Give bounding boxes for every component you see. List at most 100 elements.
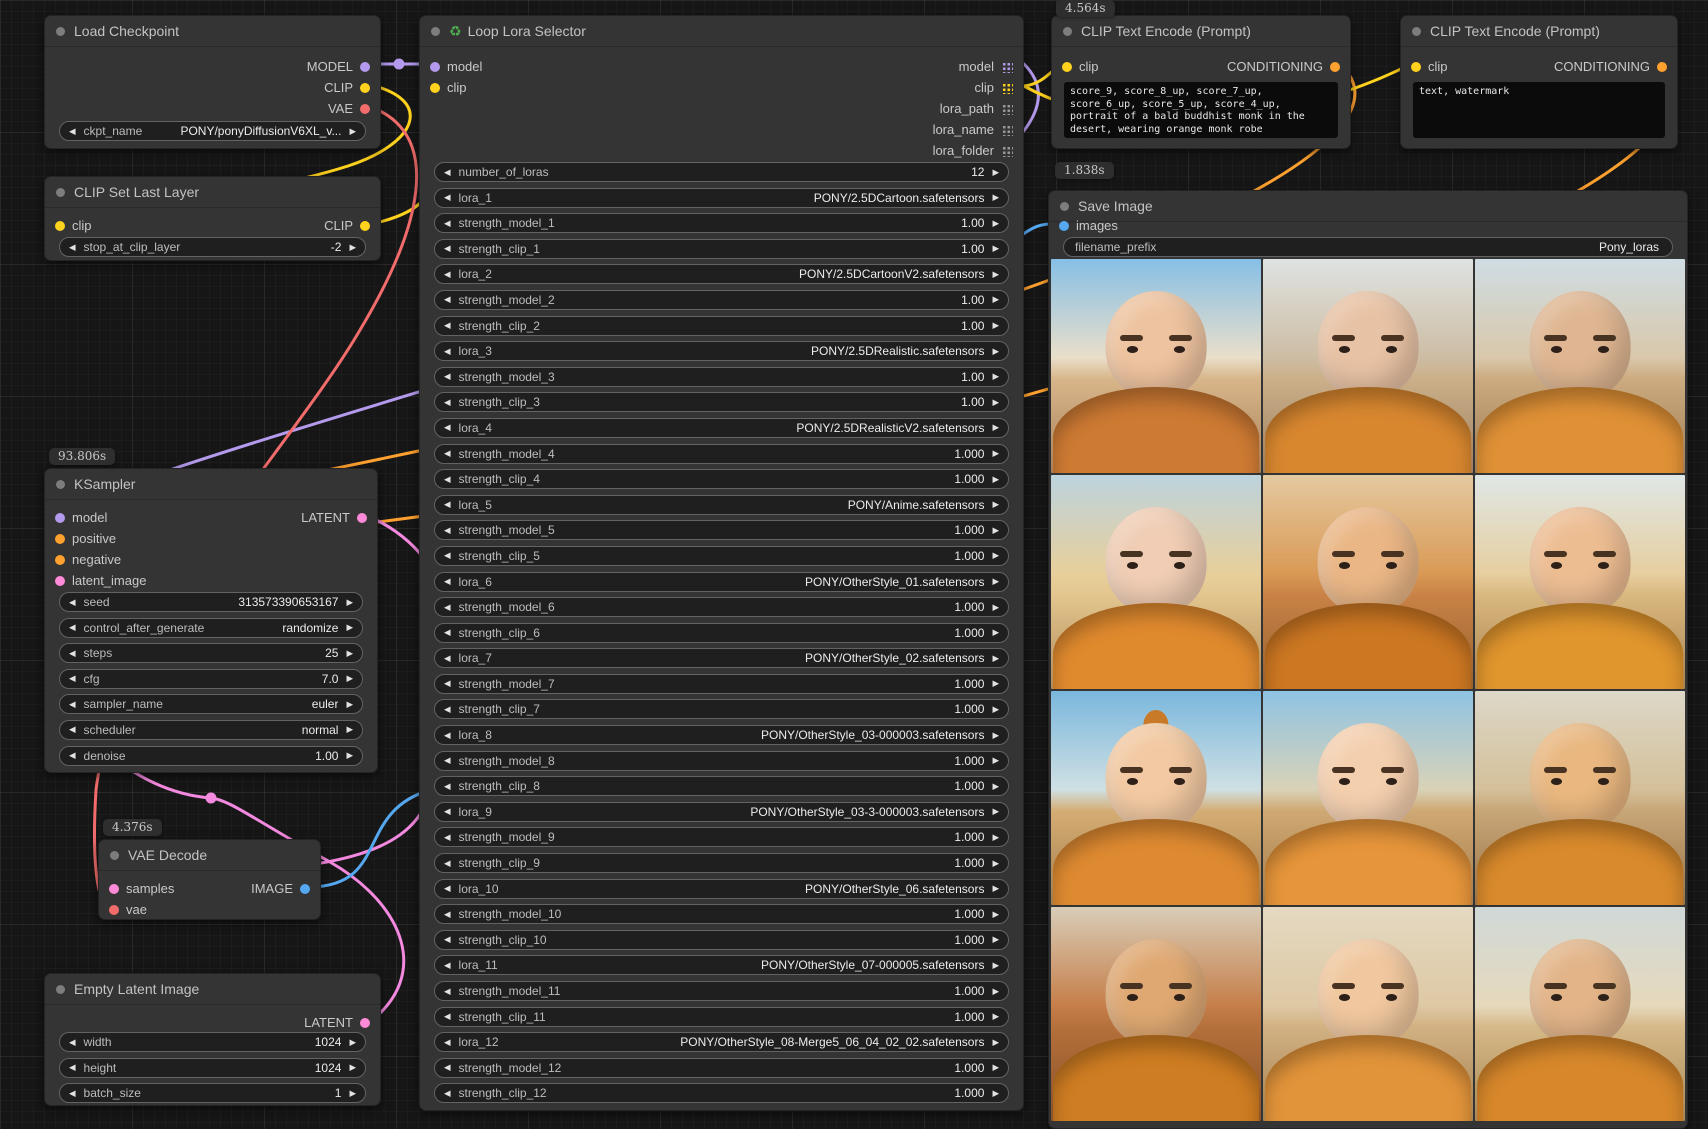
- widget-lora_6[interactable]: ◀lora_6PONY/OtherStyle_01.safetensors▶: [434, 572, 1009, 592]
- generated-image-12[interactable]: [1475, 907, 1685, 1121]
- port-dot[interactable]: [430, 62, 440, 72]
- port-dot[interactable]: [109, 884, 119, 894]
- widget-lora_2[interactable]: ◀lora_2PONY/2.5DCartoonV2.safetensors▶: [434, 264, 1009, 284]
- increment-arrow[interactable]: ▶: [990, 474, 1001, 485]
- increment-arrow[interactable]: ▶: [990, 627, 1001, 638]
- generated-image-11[interactable]: [1263, 907, 1473, 1121]
- input-port-model[interactable]: model: [55, 507, 107, 528]
- node-vae-decode[interactable]: 4.376s VAE Decode samplesvaeIMAGE: [98, 839, 321, 920]
- port-dot[interactable]: [357, 513, 367, 523]
- node-clip-text-encode-negative[interactable]: CLIP Text Encode (Prompt) clipCONDITIONI…: [1400, 15, 1678, 149]
- increment-arrow[interactable]: ▶: [344, 648, 355, 659]
- decrement-arrow[interactable]: ◀: [442, 806, 453, 817]
- decrement-arrow[interactable]: ◀: [442, 474, 453, 485]
- widget-scheduler[interactable]: ◀schedulernormal▶: [59, 720, 363, 740]
- generated-image-6[interactable]: [1475, 475, 1685, 689]
- increment-arrow[interactable]: ▶: [344, 673, 355, 684]
- widget-strength_model_7[interactable]: ◀strength_model_71.000▶: [434, 674, 1009, 694]
- increment-arrow[interactable]: ▶: [990, 576, 1001, 587]
- increment-arrow[interactable]: ▶: [990, 243, 1001, 254]
- decrement-arrow[interactable]: ◀: [442, 550, 453, 561]
- output-port-LATENT[interactable]: LATENT: [304, 1012, 370, 1033]
- increment-arrow[interactable]: ▶: [990, 499, 1001, 510]
- increment-arrow[interactable]: ▶: [990, 1037, 1001, 1048]
- decrement-arrow[interactable]: ◀: [442, 960, 453, 971]
- port-dot[interactable]: [1657, 62, 1667, 72]
- decrement-arrow[interactable]: ◀: [442, 448, 453, 459]
- output-port-lora_folder[interactable]: lora_folder: [933, 140, 1013, 161]
- node-header[interactable]: VAE Decode: [99, 840, 320, 871]
- grid-slot-icon[interactable]: [1001, 61, 1013, 73]
- node-canvas[interactable]: Load Checkpoint MODELCLIPVAE ◀ckpt_nameP…: [0, 0, 1708, 1129]
- input-port-samples[interactable]: samples: [109, 878, 174, 899]
- decrement-arrow[interactable]: ◀: [442, 832, 453, 843]
- generated-image-10[interactable]: [1051, 907, 1261, 1121]
- input-port-latent_image[interactable]: latent_image: [55, 570, 146, 591]
- generated-image-8[interactable]: [1263, 691, 1473, 905]
- decrement-arrow[interactable]: ◀: [442, 755, 453, 766]
- widget-strength_clip_7[interactable]: ◀strength_clip_71.000▶: [434, 699, 1009, 719]
- input-port-negative[interactable]: negative: [55, 549, 121, 570]
- port-dot[interactable]: [55, 221, 65, 231]
- widget-stop_at_clip_layer[interactable]: ◀stop_at_clip_layer-2▶: [59, 237, 366, 257]
- increment-arrow[interactable]: ▶: [344, 622, 355, 633]
- output-port-CONDITIONING[interactable]: CONDITIONING: [1554, 56, 1667, 77]
- generated-image-9[interactable]: [1475, 691, 1685, 905]
- decrement-arrow[interactable]: ◀: [442, 858, 453, 869]
- decrement-arrow[interactable]: ◀: [442, 1037, 453, 1048]
- widget-strength_model_10[interactable]: ◀strength_model_101.000▶: [434, 904, 1009, 924]
- node-ksampler[interactable]: 93.806s KSampler modelpositivenegativela…: [44, 468, 378, 773]
- grid-slot-icon[interactable]: [1001, 145, 1013, 157]
- decrement-arrow[interactable]: ◀: [67, 1062, 78, 1073]
- decrement-arrow[interactable]: ◀: [442, 397, 453, 408]
- decrement-arrow[interactable]: ◀: [67, 1088, 78, 1099]
- increment-arrow[interactable]: ▶: [990, 960, 1001, 971]
- widget-width[interactable]: ◀width1024▶: [59, 1032, 366, 1052]
- decrement-arrow[interactable]: ◀: [442, 883, 453, 894]
- generated-image-4[interactable]: [1051, 475, 1261, 689]
- collapse-dot[interactable]: [1412, 27, 1421, 36]
- collapse-dot[interactable]: [56, 27, 65, 36]
- widget-lora_9[interactable]: ◀lora_9PONY/OtherStyle_03-3-000003.safet…: [434, 802, 1009, 822]
- node-loop-lora-selector[interactable]: ♻ Loop Lora Selector modelclipmodelclipl…: [419, 15, 1024, 1111]
- port-dot[interactable]: [55, 513, 65, 523]
- widget-strength_clip_4[interactable]: ◀strength_clip_41.000▶: [434, 469, 1009, 489]
- increment-arrow[interactable]: ▶: [347, 1088, 358, 1099]
- node-header[interactable]: CLIP Text Encode (Prompt): [1052, 16, 1350, 47]
- output-port-LATENT[interactable]: LATENT: [301, 507, 367, 528]
- grid-slot-icon[interactable]: [1001, 82, 1013, 94]
- port-dot[interactable]: [109, 905, 119, 915]
- widget-lora_10[interactable]: ◀lora_10PONY/OtherStyle_06.safetensors▶: [434, 879, 1009, 899]
- increment-arrow[interactable]: ▶: [344, 724, 355, 735]
- increment-arrow[interactable]: ▶: [990, 525, 1001, 536]
- increment-arrow[interactable]: ▶: [990, 1011, 1001, 1022]
- increment-arrow[interactable]: ▶: [990, 832, 1001, 843]
- input-port-model[interactable]: model: [430, 56, 482, 77]
- input-port-clip[interactable]: clip: [430, 77, 467, 98]
- increment-arrow[interactable]: ▶: [990, 934, 1001, 945]
- increment-arrow[interactable]: ▶: [347, 126, 358, 137]
- widget-strength_model_11[interactable]: ◀strength_model_111.000▶: [434, 981, 1009, 1001]
- input-port-positive[interactable]: positive: [55, 528, 116, 549]
- generated-image-2[interactable]: [1263, 259, 1473, 473]
- widget-lora_8[interactable]: ◀lora_8PONY/OtherStyle_03-000003.safeten…: [434, 725, 1009, 745]
- port-dot[interactable]: [430, 83, 440, 93]
- node-header[interactable]: CLIP Set Last Layer: [45, 177, 380, 208]
- port-dot[interactable]: [55, 534, 65, 544]
- decrement-arrow[interactable]: ◀: [442, 627, 453, 638]
- widget-strength_model_1[interactable]: ◀strength_model_11.00▶: [434, 213, 1009, 233]
- widget-strength_model_4[interactable]: ◀strength_model_41.000▶: [434, 444, 1009, 464]
- increment-arrow[interactable]: ▶: [990, 653, 1001, 664]
- increment-arrow[interactable]: ▶: [990, 602, 1001, 613]
- generated-image-5[interactable]: [1263, 475, 1473, 689]
- increment-arrow[interactable]: ▶: [990, 1088, 1001, 1099]
- decrement-arrow[interactable]: ◀: [67, 242, 78, 253]
- widget-batch_size[interactable]: ◀batch_size1▶: [59, 1083, 366, 1103]
- increment-arrow[interactable]: ▶: [990, 346, 1001, 357]
- increment-arrow[interactable]: ▶: [990, 678, 1001, 689]
- increment-arrow[interactable]: ▶: [990, 806, 1001, 817]
- decrement-arrow[interactable]: ◀: [442, 525, 453, 536]
- widget-strength_model_6[interactable]: ◀strength_model_61.000▶: [434, 597, 1009, 617]
- collapse-dot[interactable]: [1063, 27, 1072, 36]
- decrement-arrow[interactable]: ◀: [442, 678, 453, 689]
